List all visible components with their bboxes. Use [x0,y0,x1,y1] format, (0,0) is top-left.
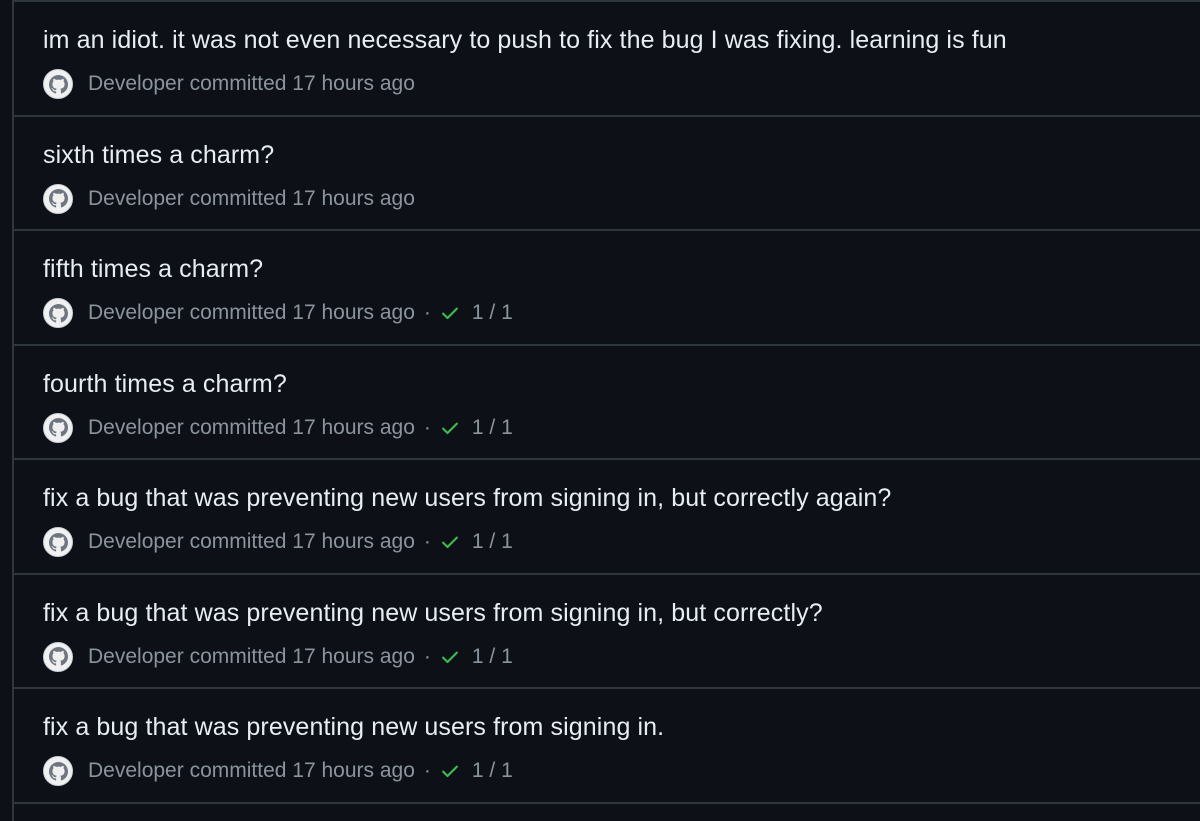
commit-time: 17 hours ago [292,186,415,210]
github-mark-icon [48,532,68,552]
commit-row: fix a bug that was preventing new users … [14,575,1200,689]
commit-time: 17 hours ago [292,301,415,324]
commit-author[interactable]: Developer [88,530,184,554]
commit-row: sixth times a charm? Developer committed… [14,117,1200,231]
avatar[interactable] [43,756,73,786]
check-icon [441,422,458,434]
meta-separator: · [423,759,431,782]
commit-row: fifth times a charm? Developer committed… [14,231,1200,346]
check-icon [441,536,458,549]
commit-title[interactable]: fourth times a charm? [43,370,287,399]
commit-action: committed [189,186,287,210]
checks-status[interactable]: 1 / 1 [440,530,513,554]
github-mark-icon [48,418,68,437]
commit-meta: Developer committed 17 hours ago · 1 / 1 [43,527,513,557]
commit-author[interactable]: Developer [88,72,184,96]
avatar[interactable] [43,641,73,672]
commit-meta: Developer committed 17 hours ago · 1 / 1 [43,298,513,328]
avatar[interactable] [43,412,73,443]
commit-action: committed [189,644,287,668]
commit-time: 17 hours ago [292,72,415,95]
commit-title[interactable]: fix a bug that was preventing new users … [43,713,664,742]
avatar[interactable] [43,69,73,99]
commit-row: fix a bug that was preventing new users … [14,460,1200,575]
checks-status[interactable]: 1 / 1 [440,645,513,669]
github-mark-icon [48,647,68,666]
commit-author[interactable]: Developer [88,301,184,325]
check-icon [441,651,458,663]
checks-count: 1 / 1 [471,415,513,439]
commit-action: committed [189,301,287,324]
meta-separator: · [423,301,431,324]
commit-title[interactable]: fix a bug that was preventing new users … [43,599,823,628]
commit-action: committed [189,415,287,439]
avatar[interactable] [43,183,73,214]
commit-time: 17 hours ago [292,530,415,553]
checks-status[interactable]: 1 / 1 [440,759,513,783]
commit-meta: Developer committed 17 hours ago · 1 / 1 [43,756,513,786]
github-mark-icon [48,74,68,94]
checks-status[interactable]: 1 / 1 [440,416,513,440]
github-mark-icon [48,303,68,323]
commit-title[interactable]: im an idiot. it was not even necessary t… [43,26,1007,55]
checks-status[interactable]: 1 / 1 [440,301,513,325]
check-icon [441,765,458,778]
commit-action: committed [189,72,287,95]
checks-count: 1 / 1 [471,759,513,782]
commit-author[interactable]: Developer [88,759,184,783]
avatar[interactable] [43,298,73,328]
meta-separator: · [423,530,431,553]
commit-title[interactable]: fix a bug that was preventing new users … [43,484,891,513]
github-mark-icon [48,189,68,208]
check-icon [441,307,458,320]
avatar[interactable] [43,527,73,557]
checks-count: 1 / 1 [471,644,513,668]
checks-count: 1 / 1 [471,530,513,553]
commit-author[interactable]: Developer [88,416,184,440]
commit-author[interactable]: Developer [88,645,184,669]
commit-time: 17 hours ago [292,415,415,439]
commit-row: fourth times a charm? Developer committe… [14,346,1200,460]
commit-meta: Developer committed 17 hours ago · 1 / 1 [43,412,513,443]
commit-row: im an idiot. it was not even necessary t… [14,2,1200,117]
commit-action: committed [189,530,287,553]
commit-action: committed [189,759,287,782]
checks-count: 1 / 1 [471,301,513,324]
commit-list: im an idiot. it was not even necessary t… [12,0,1200,821]
commit-time: 17 hours ago [292,644,415,668]
commit-title[interactable]: sixth times a charm? [43,141,274,170]
commit-meta: Developer committed 17 hours ago · 1 / 1 [43,641,513,672]
commit-meta: Developer committed 17 hours ago [43,69,415,99]
commit-row: fix a bug that was preventing new users … [14,689,1200,804]
commit-time: 17 hours ago [292,759,415,782]
meta-separator: · [423,644,431,668]
commit-title[interactable]: fifth times a charm? [43,255,263,284]
github-mark-icon [48,761,68,781]
meta-separator: · [423,415,431,439]
commit-author[interactable]: Developer [88,187,184,211]
commit-meta: Developer committed 17 hours ago [43,183,415,214]
